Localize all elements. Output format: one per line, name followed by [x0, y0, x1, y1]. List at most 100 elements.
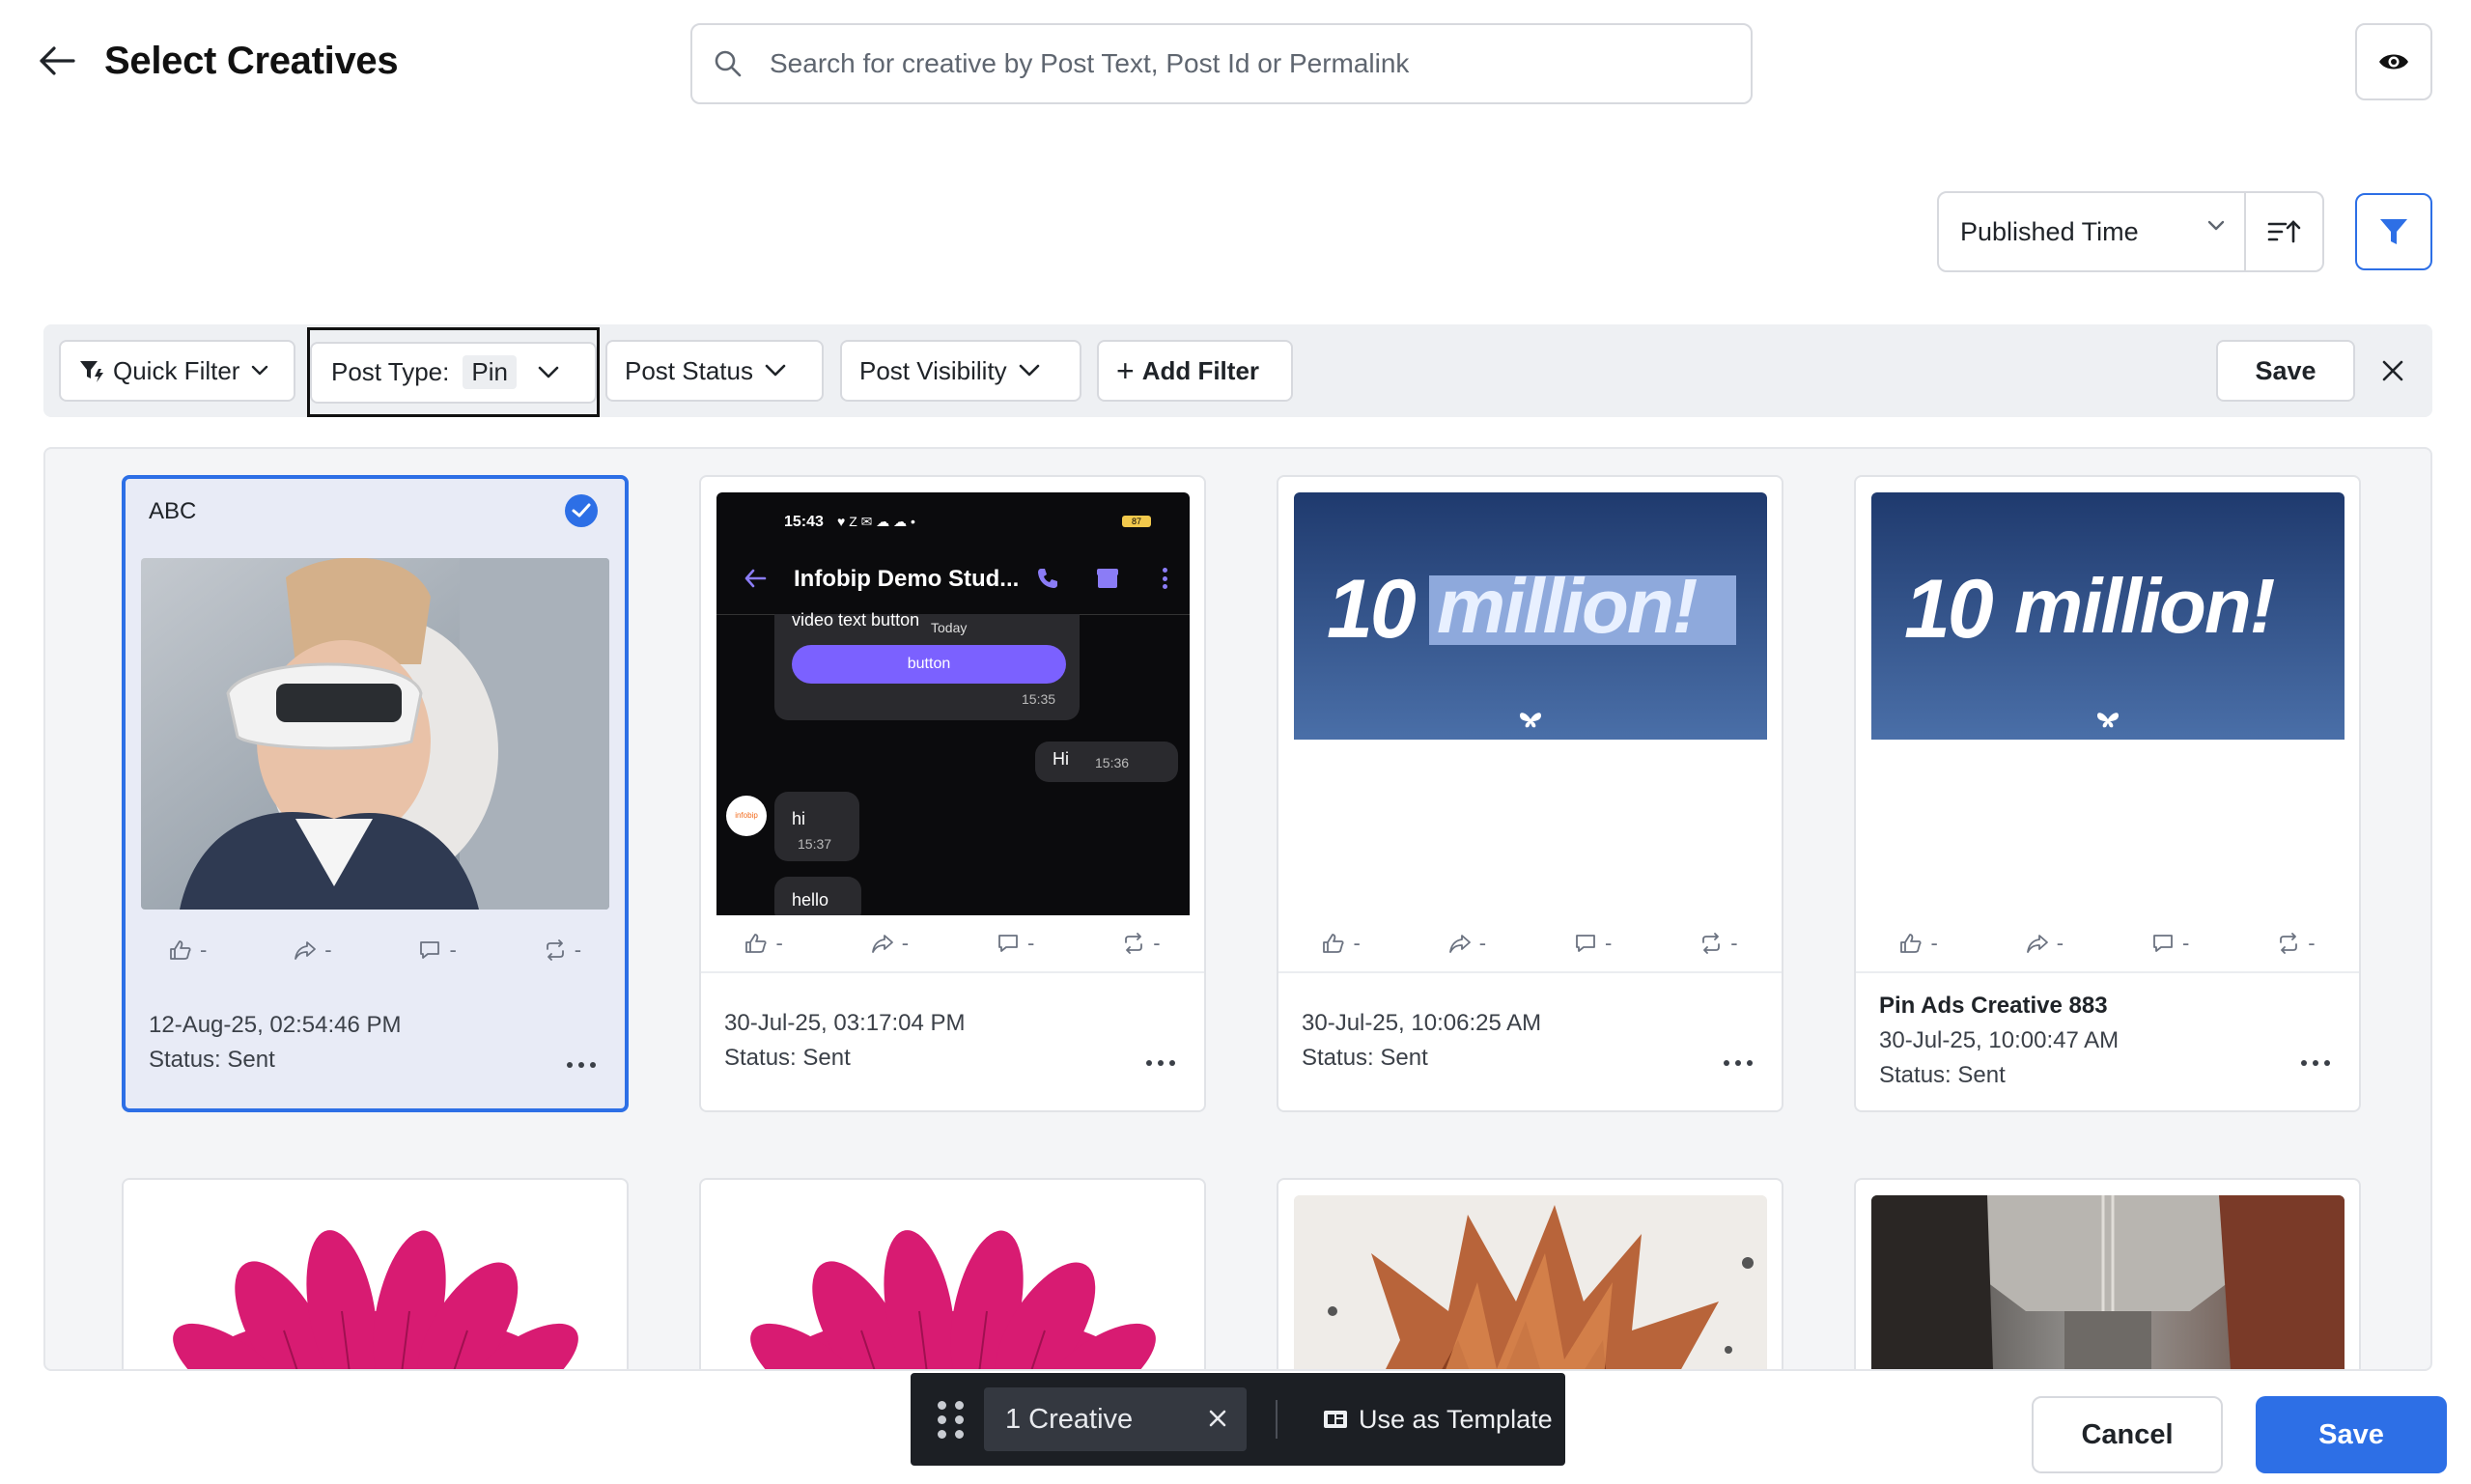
add-filter-button[interactable]: + Add Filter: [1097, 340, 1293, 402]
card-meta: 30-Jul-25, 10:06:25 AM Status: Sent: [1302, 1006, 1541, 1076]
search-box[interactable]: [690, 23, 1753, 104]
flower-image: [139, 1195, 612, 1369]
reposts-stat: -: [544, 938, 581, 963]
funnel-icon: [2380, 219, 2407, 244]
quick-filter-dropdown[interactable]: Quick Filter: [59, 340, 295, 402]
post-visibility-label: Post Visibility: [859, 355, 1007, 385]
comment-icon: [2153, 935, 2173, 952]
close-icon: [2382, 360, 2403, 381]
butterfly-icon: [1520, 713, 1541, 728]
close-icon[interactable]: [1204, 1405, 1231, 1432]
more-options-icon[interactable]: [567, 1062, 596, 1072]
card-title: ABC: [149, 498, 197, 524]
comment-icon: [998, 935, 1018, 952]
share-icon: [1448, 935, 1471, 953]
creative-card[interactable]: 15:43 ♥ Z ✉ ☁ ☁ • 87 Infobip Demo Stud..…: [699, 475, 1206, 1112]
creative-name: Pin Ads Creative 883: [1879, 993, 2108, 1019]
eye-icon: [2379, 54, 2408, 70]
repost-icon: [546, 939, 564, 961]
reposts-stat: -: [2277, 931, 2316, 956]
more-options-icon[interactable]: [2301, 1060, 2330, 1070]
creative-grid: ABC - - - - 12-Aug-25, 02:54:46 PM Statu…: [43, 447, 2432, 1371]
shares-stat: -: [1448, 931, 1486, 956]
creative-card[interactable]: [1277, 1178, 1783, 1369]
use-as-template-label: Use as Template: [1359, 1404, 1553, 1434]
sort-field-select[interactable]: Published Time: [1939, 193, 2246, 270]
creative-thumbnail: 10 million!: [1871, 492, 2345, 740]
likes-stat: -: [1322, 931, 1361, 956]
share-icon: [2026, 935, 2048, 953]
banner-image: 10 million!: [1871, 492, 2345, 740]
creative-card[interactable]: [1854, 1178, 2361, 1369]
chevron-down-icon: [538, 366, 559, 378]
search-input[interactable]: [770, 48, 1716, 79]
comments-stat: -: [997, 931, 1034, 956]
reposts-stat: -: [1699, 931, 1738, 956]
creative-card[interactable]: 10 million! - - - - 30-Jul-25, 10:06:25 …: [1277, 475, 1783, 1112]
plus-icon: +: [1116, 353, 1135, 388]
thumbs-up-icon: [1900, 934, 1923, 953]
banner-image: 10 million!: [1294, 492, 1767, 740]
shares-stat: -: [294, 938, 332, 963]
back-button[interactable]: [33, 37, 81, 85]
likes-stat: -: [1899, 931, 1938, 956]
flower-image: [716, 1195, 1190, 1369]
filter-toggle-button[interactable]: [2355, 193, 2432, 270]
card-meta: 30-Jul-25, 03:17:04 PM Status: Sent: [724, 1006, 965, 1076]
thumbs-up-icon: [745, 934, 768, 953]
comment-icon: [420, 941, 440, 959]
save-filter-button[interactable]: Save: [2216, 340, 2355, 402]
comments-stat: -: [2151, 931, 2189, 956]
selected-count-chip: 1 Creative: [984, 1387, 1247, 1451]
creative-card[interactable]: 10 million! - - - - Pin Ads Creative 883…: [1854, 475, 2361, 1112]
more-options-icon[interactable]: [1724, 1060, 1753, 1070]
chat-screenshot-image: 15:43 ♥ Z ✉ ☁ ☁ • 87 Infobip Demo Stud..…: [716, 492, 1190, 915]
comments-stat: -: [418, 938, 457, 963]
chevron-down-icon: [252, 365, 268, 376]
comment-icon: [1576, 935, 1595, 952]
published-date: 12-Aug-25, 02:54:46 PM: [149, 1012, 402, 1038]
more-options-icon[interactable]: [1146, 1060, 1175, 1070]
engagement-stats: - - - -: [1856, 915, 2359, 973]
thumbs-up-icon: [1323, 934, 1345, 953]
page-title: Select Creatives: [104, 40, 399, 82]
quick-filter-label: Quick Filter: [113, 355, 240, 385]
post-status-filter[interactable]: Post Status: [605, 340, 824, 402]
post-visibility-filter[interactable]: Post Visibility: [840, 340, 1081, 402]
share-icon: [295, 941, 317, 960]
creative-thumbnail: 10 million!: [1294, 492, 1767, 740]
post-status: Status: Sent: [149, 1047, 275, 1073]
repost-icon: [1125, 933, 1143, 954]
card-meta: 12-Aug-25, 02:54:46 PM Status: Sent: [149, 1008, 402, 1078]
card-meta: Pin Ads Creative 883 30-Jul-25, 10:00:47…: [1879, 989, 2119, 1093]
post-status-label: Post Status: [625, 355, 753, 385]
arrow-left-icon: [40, 46, 75, 75]
creative-thumbnail: 15:43 ♥ Z ✉ ☁ ☁ • 87 Infobip Demo Stud..…: [716, 492, 1190, 915]
creative-card[interactable]: [699, 1178, 1206, 1369]
selection-toolbar: 1 Creative Use as Template: [911, 1373, 1565, 1466]
creative-card[interactable]: ABC - - - - 12-Aug-25, 02:54:46 PM Statu…: [122, 475, 629, 1112]
sort-order-button[interactable]: [2246, 193, 2322, 270]
save-button[interactable]: Save: [2256, 1396, 2447, 1473]
shares-stat: -: [2026, 931, 2064, 956]
post-type-filter[interactable]: Post Type: Pin: [307, 327, 600, 417]
cancel-button[interactable]: Cancel: [2032, 1396, 2223, 1473]
published-date: 30-Jul-25, 10:06:25 AM: [1302, 1010, 1542, 1036]
comments-stat: -: [1574, 931, 1612, 956]
sort-ascending-icon: [2267, 220, 2300, 243]
use-as-template-button[interactable]: Use as Template: [1322, 1405, 1553, 1435]
repost-icon: [2280, 933, 2298, 954]
published-date: 30-Jul-25, 03:17:04 PM: [724, 1010, 966, 1036]
post-type-value: Pin: [463, 355, 517, 389]
clear-filters-button[interactable]: [2366, 344, 2420, 398]
quick-filter-icon: [80, 361, 103, 382]
creative-card[interactable]: [122, 1178, 629, 1369]
add-filter-label: Add Filter: [1141, 355, 1260, 385]
hallway-image: [1871, 1195, 2345, 1369]
preview-toggle-button[interactable]: [2355, 23, 2432, 100]
selected-check-icon[interactable]: [565, 494, 598, 527]
post-type-label: Post Type:: [331, 357, 450, 386]
drag-handle-icon[interactable]: [938, 1400, 965, 1439]
engagement-stats: - - - -: [1278, 915, 1782, 973]
vr-child-image: [141, 558, 609, 910]
